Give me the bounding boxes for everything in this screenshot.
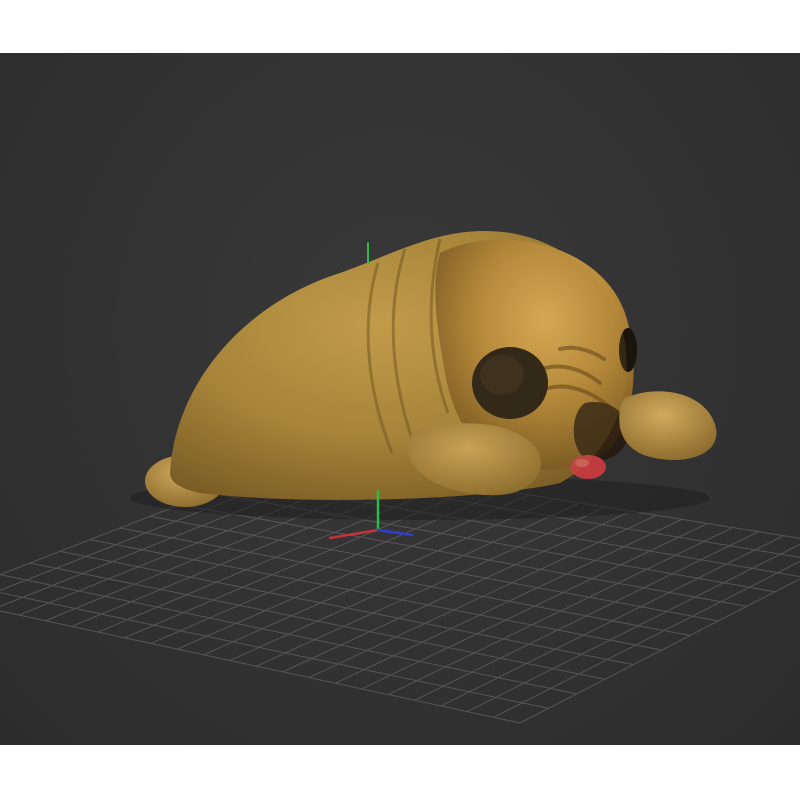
viewport-canvas[interactable] — [0, 53, 800, 745]
grid-line — [0, 610, 521, 724]
pug-model[interactable] — [130, 230, 717, 520]
front-paw-right — [619, 391, 717, 461]
grid-line — [29, 562, 606, 680]
grid-line — [59, 550, 634, 666]
3d-viewport[interactable] — [0, 53, 800, 745]
grid-line — [519, 578, 800, 724]
screenshot-frame — [0, 0, 800, 800]
